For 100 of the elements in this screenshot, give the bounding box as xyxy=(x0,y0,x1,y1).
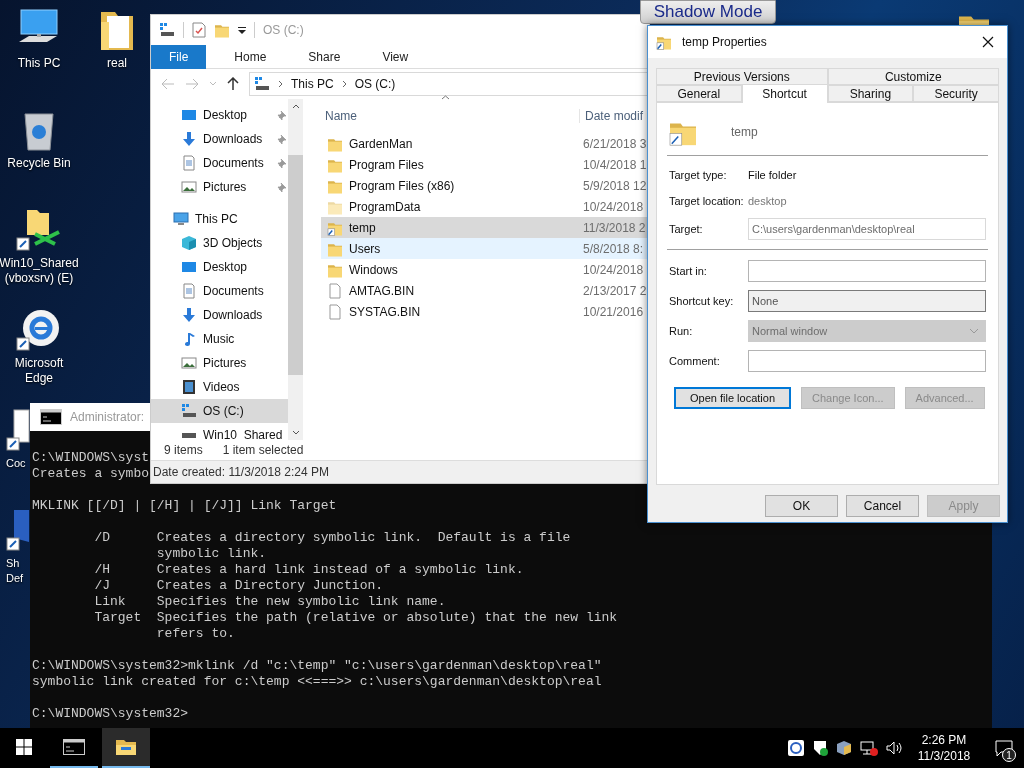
file-row[interactable]: AMTAG.BIN 2/13/2017 2 xyxy=(321,280,649,301)
file-row[interactable]: GardenMan 6/21/2018 3 xyxy=(321,133,649,154)
back-icon xyxy=(161,78,175,90)
nav-item[interactable]: Desktop xyxy=(151,103,288,127)
file-row[interactable]: Program Files (x86) 5/9/2018 12 xyxy=(321,175,649,196)
shadow-mode-button[interactable]: Shadow Mode xyxy=(640,0,776,24)
field-label: Target: xyxy=(669,222,704,235)
nav-item[interactable]: Videos xyxy=(151,375,288,399)
ribbon-tab[interactable]: Home xyxy=(220,45,281,69)
video-icon xyxy=(181,379,197,395)
input-field[interactable] xyxy=(748,259,986,282)
file-icon xyxy=(327,303,343,320)
console-line: symbolic link created for c:\temp <<===>> c:\users\gardenman\desktop\real xyxy=(32,674,602,690)
console-line: C:\WINDOWS\system32>mklink /d "c:\temp" "c:\users\gardenman\desktop\real" xyxy=(32,658,602,674)
ribbon-tab[interactable]: File xyxy=(151,45,207,69)
nav-item[interactable]: Downloads xyxy=(151,303,288,327)
clock[interactable]: 2:26 PM 11/3/2018 xyxy=(912,732,976,764)
console-line: symbolic link. xyxy=(155,546,267,562)
nav-item[interactable]: Pictures xyxy=(151,175,288,199)
dialog-button[interactable]: OK xyxy=(765,495,838,517)
drive-icon xyxy=(254,76,270,92)
field-value: File folder xyxy=(748,168,797,181)
sort-caret-icon xyxy=(441,95,450,100)
close-icon[interactable] xyxy=(982,36,994,48)
desktop-icon-label[interactable]: Microsoft Edge xyxy=(14,356,64,386)
notifications-button[interactable]: 1 xyxy=(984,728,1024,768)
address-bar[interactable]: This PC OS (C:) xyxy=(249,72,649,96)
action-button[interactable]: Open file location xyxy=(674,387,791,409)
drive-icon xyxy=(159,22,175,38)
nav-item[interactable]: Documents xyxy=(151,151,288,175)
console-line: Creates a symbo xyxy=(32,466,150,482)
ribbon-tab[interactable]: View xyxy=(368,45,423,69)
dropdown-icon xyxy=(238,26,246,34)
tab[interactable]: General xyxy=(656,85,742,102)
breadcrumb[interactable]: OS (C:) xyxy=(354,77,396,91)
nav-item[interactable]: 3D Objects xyxy=(151,231,288,255)
tab[interactable]: Customize xyxy=(827,68,999,85)
file-row[interactable]: Users 5/8/2018 8: xyxy=(321,238,649,259)
tab[interactable]: Previous Versions xyxy=(656,68,828,85)
desktop-icon-label[interactable]: This PC xyxy=(17,56,61,71)
console-line: refers to. xyxy=(155,626,235,642)
nav-item[interactable]: Documents xyxy=(151,279,288,303)
computer-icon xyxy=(173,211,189,227)
console-line: /J Creates a Directory Junction. xyxy=(93,578,384,594)
nav-item[interactable]: Downloads xyxy=(151,127,288,151)
scrollbar[interactable] xyxy=(288,99,303,440)
volume-icon xyxy=(886,740,904,756)
nav-item[interactable]: This PC xyxy=(151,207,288,231)
console-line: C:\WINDOWS\system32> xyxy=(32,706,189,722)
field-label: Run: xyxy=(669,324,694,337)
file-row[interactable]: temp 11/3/2018 2 xyxy=(321,217,649,238)
desktop-icon-label[interactable]: Coc xyxy=(6,456,26,471)
nav-item[interactable]: OS (C:) xyxy=(151,399,288,423)
chevron-down-icon xyxy=(209,81,217,87)
console-line: /D Creates a directory symbolic link. Default is a file xyxy=(93,530,571,546)
file-row[interactable]: Program Files 10/4/2018 1 xyxy=(321,154,649,175)
taskbar-app-button[interactable] xyxy=(102,728,150,768)
field-label: Start in: xyxy=(669,264,708,277)
shortcut-name: temp xyxy=(731,125,758,139)
console-line: MKLINK [[/D] | [/H] | [/J]] Link Target xyxy=(32,498,337,514)
column-header[interactable]: Name xyxy=(321,109,579,123)
file-row[interactable]: ProgramData 10/24/2018 xyxy=(321,196,649,217)
shield-icon xyxy=(6,508,30,552)
drive-icon xyxy=(181,403,197,419)
console-icon xyxy=(63,739,85,755)
file-row[interactable]: Windows 10/24/2018 xyxy=(321,259,649,280)
status-text: 9 items xyxy=(164,443,203,457)
desktop-icon xyxy=(181,107,197,123)
window-title: temp Properties xyxy=(682,35,768,49)
ribbon-tab[interactable]: Share xyxy=(294,45,355,69)
download-icon xyxy=(181,131,197,147)
nav-item[interactable]: Desktop xyxy=(151,255,288,279)
file-row[interactable]: SYSTAG.BIN 10/21/2016 xyxy=(321,301,649,322)
nav-item[interactable]: Music xyxy=(151,327,288,351)
tab[interactable]: Shortcut xyxy=(741,84,828,103)
console-line: /H Creates a hard link instead of a symbolic link. xyxy=(93,562,524,578)
shortcut-folder-icon xyxy=(656,34,672,50)
tab[interactable]: Sharing xyxy=(827,85,914,102)
hotkey-field[interactable]: None xyxy=(748,289,986,312)
console-line: Target Specifies the path (relative or absolute) that the new link xyxy=(93,610,618,626)
nav-item[interactable]: Pictures xyxy=(151,351,288,375)
desktop-icon xyxy=(181,259,197,275)
field-label: Shortcut key: xyxy=(669,294,735,307)
properties-icon xyxy=(192,22,206,38)
desktop-icon-label[interactable]: real xyxy=(107,56,127,71)
caret-down-icon xyxy=(291,430,300,436)
cube-icon xyxy=(181,235,197,251)
field-label: Target type: xyxy=(669,168,728,181)
desktop-icon-label[interactable]: Sh Def xyxy=(6,556,24,586)
breadcrumb[interactable]: This PC xyxy=(291,77,334,91)
field-label: Target location: xyxy=(669,194,745,207)
details-text: Date created: 11/3/2018 2:24 PM xyxy=(153,465,329,479)
tab[interactable]: Security xyxy=(913,85,999,102)
folder-icon xyxy=(214,22,230,38)
box-icon xyxy=(836,740,852,756)
file-explorer-icon xyxy=(115,738,137,756)
desktop-icon-label[interactable]: Recycle Bin xyxy=(7,156,71,171)
input-field[interactable] xyxy=(748,349,986,372)
dialog-button[interactable]: Cancel xyxy=(846,495,919,517)
desktop-icon-label[interactable]: Win10_Shared (vboxsrv) (E) xyxy=(0,256,79,286)
